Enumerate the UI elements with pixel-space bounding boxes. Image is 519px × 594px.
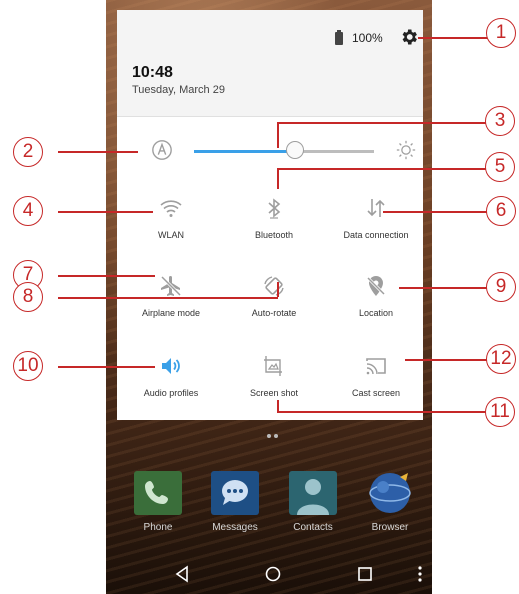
callout-leader-10 [58, 366, 155, 368]
wifi-icon [160, 200, 182, 217]
clock-date: Tuesday, March 29 [132, 84, 225, 96]
tile-airplane-mode[interactable]: Airplane mode [121, 274, 221, 334]
callout-leader-7 [58, 275, 155, 277]
brightness-slider-fill [194, 150, 295, 153]
callout-5: 5 [485, 152, 515, 182]
contacts-icon [289, 471, 337, 515]
auto-brightness-icon[interactable] [151, 139, 173, 161]
phone-icon [134, 471, 182, 515]
tile-bluetooth[interactable]: Bluetooth [224, 196, 324, 256]
callout-2: 2 [13, 137, 43, 167]
tile-label: WLAN [157, 230, 184, 240]
tile-label: Screen shot [249, 388, 299, 398]
messages-icon [211, 471, 259, 515]
callout-leader-9 [399, 287, 490, 289]
tile-screen-shot[interactable]: Screen shot [224, 354, 324, 414]
tile-label: Location [358, 308, 394, 318]
location-off-icon [366, 276, 386, 296]
brightness-slider-thumb[interactable] [285, 141, 304, 159]
battery-percentage: 100% [352, 31, 383, 45]
dock-label: Contacts [293, 522, 333, 533]
callout-9: 9 [486, 272, 516, 302]
back-icon[interactable] [172, 564, 192, 584]
navigation-bar [106, 554, 432, 594]
tile-auto-rotate[interactable]: Auto-rotate [224, 274, 324, 334]
dock-app-messages[interactable]: Messages [205, 471, 265, 541]
callout-leader-3-vertical [277, 122, 279, 148]
settings-gear-icon[interactable] [399, 27, 419, 47]
tile-label: Data connection [343, 230, 409, 240]
tile-label: Airplane mode [141, 308, 201, 318]
home-icon[interactable] [263, 564, 283, 584]
callout-4: 4 [13, 196, 43, 226]
callout-3: 3 [485, 106, 515, 136]
dock-app-browser[interactable]: Browser [360, 471, 420, 541]
callout-leader-8 [58, 297, 278, 299]
dock-app-contacts[interactable]: Contacts [283, 471, 343, 541]
tile-cast-screen[interactable]: Cast screen [326, 354, 426, 414]
callout-leader-8-vertical [277, 282, 279, 297]
callout-leader-6 [383, 211, 489, 213]
dock-label: Phone [143, 522, 173, 533]
callout-leader-4 [58, 211, 153, 213]
callout-12: 12 [486, 344, 516, 374]
callout-10: 10 [13, 351, 43, 381]
cast-icon [366, 358, 386, 375]
tile-data-connection[interactable]: Data connection [326, 196, 426, 256]
callout-leader-12 [405, 359, 490, 361]
volume-icon [162, 358, 180, 374]
tile-label: Auto-rotate [251, 308, 297, 318]
dock-label: Messages [212, 522, 258, 533]
tile-label: Audio profiles [143, 388, 199, 398]
recents-icon[interactable] [355, 564, 375, 584]
tile-label: Bluetooth [254, 230, 294, 240]
bluetooth-icon [268, 198, 281, 219]
battery-icon [334, 30, 344, 45]
callout-leader-5-vertical [277, 168, 279, 189]
brightness-sun-icon [396, 140, 416, 160]
quick-settings-header: 100% 10:48 Tuesday, March 29 [117, 10, 423, 117]
data-connection-icon [367, 199, 385, 217]
callout-leader-5 [277, 168, 497, 170]
callout-11: 11 [485, 397, 515, 427]
callout-6: 6 [486, 196, 516, 226]
screenshot-icon [264, 356, 282, 376]
callout-1: 1 [486, 18, 516, 48]
brightness-slider[interactable] [194, 141, 374, 159]
clock-time: 10:48 [132, 64, 173, 81]
callout-leader-11 [277, 411, 489, 413]
callout-leader-2 [58, 151, 138, 153]
dock-app-phone[interactable]: Phone [128, 471, 188, 541]
airplane-icon [160, 275, 182, 297]
dock-label: Browser [371, 522, 409, 533]
tile-location[interactable]: Location [326, 274, 426, 334]
browser-icon [366, 471, 414, 515]
callout-leader-3 [277, 122, 497, 124]
tile-audio-profiles[interactable]: Audio profiles [121, 354, 221, 414]
quick-settings-panel: 100% 10:48 Tuesday, March 29 WLAN Blueto… [117, 10, 423, 420]
page-indicator [267, 425, 281, 443]
callout-8: 8 [13, 282, 43, 312]
more-options-icon[interactable] [410, 564, 430, 584]
callout-leader-1 [418, 37, 488, 39]
tile-wlan[interactable]: WLAN [121, 196, 221, 256]
tile-label: Cast screen [351, 388, 401, 398]
auto-rotate-icon [264, 276, 284, 296]
